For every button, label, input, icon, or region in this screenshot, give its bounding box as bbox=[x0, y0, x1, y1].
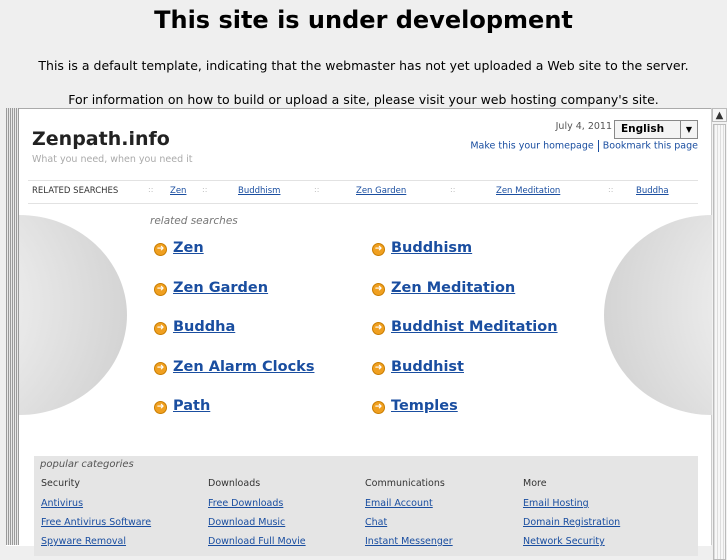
separator: :: bbox=[148, 185, 154, 194]
arrow-circle-icon: ➜ bbox=[372, 322, 385, 335]
date-label: July 4, 2011 bbox=[555, 121, 612, 132]
top-links: Make this your homepage Bookmark this pag… bbox=[420, 140, 698, 152]
category-link[interactable]: Free Downloads bbox=[208, 498, 283, 509]
related-link[interactable]: Buddhism bbox=[391, 240, 472, 256]
language-select[interactable]: English ▼ bbox=[614, 120, 698, 139]
arrow-circle-icon: ➜ bbox=[154, 243, 167, 256]
related-bar-item[interactable]: Zen bbox=[170, 186, 186, 196]
category-heading: Security bbox=[41, 478, 81, 489]
site-name[interactable]: Zenpath.info bbox=[32, 128, 170, 150]
arrow-circle-icon: ➜ bbox=[154, 362, 167, 375]
category-link[interactable]: Email Hosting bbox=[523, 498, 589, 509]
related-link[interactable]: Buddha bbox=[173, 319, 235, 335]
chevron-down-icon[interactable]: ▼ bbox=[680, 121, 697, 138]
category-link[interactable]: Spyware Removal bbox=[41, 536, 126, 547]
arrow-circle-icon: ➜ bbox=[154, 283, 167, 296]
related-link[interactable]: Zen Meditation bbox=[391, 280, 515, 296]
related-link[interactable]: Zen Alarm Clocks bbox=[173, 359, 314, 375]
arrow-circle-icon: ➜ bbox=[372, 243, 385, 256]
banner-message: This is a default template, indicating t… bbox=[38, 58, 689, 73]
related-bar-item[interactable]: Zen Garden bbox=[356, 186, 406, 196]
right-globe-decoration bbox=[604, 215, 712, 415]
bookmark-link[interactable]: Bookmark this page bbox=[603, 141, 698, 152]
link-divider bbox=[597, 140, 599, 152]
scroll-thumb[interactable] bbox=[713, 124, 726, 560]
arrow-circle-icon: ➜ bbox=[372, 401, 385, 414]
category-link[interactable]: Domain Registration bbox=[523, 517, 620, 528]
arrow-circle-icon: ➜ bbox=[154, 401, 167, 414]
related-link[interactable]: Temples bbox=[391, 398, 458, 414]
related-link[interactable]: Buddhist bbox=[391, 359, 464, 375]
category-link[interactable]: Download Full Movie bbox=[208, 536, 306, 547]
separator: :: bbox=[202, 185, 208, 194]
arrow-circle-icon: ➜ bbox=[154, 322, 167, 335]
category-heading: Communications bbox=[365, 478, 445, 489]
separator: :: bbox=[314, 185, 320, 194]
related-link[interactable]: Path bbox=[173, 398, 210, 414]
popular-categories-panel: popular categories Security Antivirus Fr… bbox=[34, 456, 698, 556]
category-heading: More bbox=[523, 478, 547, 489]
category-link[interactable]: Network Security bbox=[523, 536, 605, 547]
language-value: English bbox=[621, 123, 665, 135]
arrow-up-icon[interactable]: ▲ bbox=[712, 108, 727, 122]
category-link[interactable]: Email Account bbox=[365, 498, 433, 509]
banner-info: For information on how to build or uploa… bbox=[68, 92, 659, 107]
category-link[interactable]: Instant Messenger bbox=[365, 536, 453, 547]
category-link[interactable]: Free Antivirus Software bbox=[41, 517, 151, 528]
frame-left-edge bbox=[6, 108, 19, 545]
vertical-scrollbar[interactable]: ▲ bbox=[711, 108, 727, 560]
related-bar-item[interactable]: Buddhism bbox=[238, 186, 280, 196]
category-link[interactable]: Antivirus bbox=[41, 498, 83, 509]
related-searches-label: related searches bbox=[150, 215, 238, 227]
separator: :: bbox=[450, 185, 456, 194]
category-heading: Downloads bbox=[208, 478, 261, 489]
arrow-circle-icon: ➜ bbox=[372, 362, 385, 375]
category-link[interactable]: Chat bbox=[365, 517, 387, 528]
related-bar-item[interactable]: Buddha bbox=[636, 186, 669, 196]
related-link[interactable]: Zen bbox=[173, 240, 204, 256]
arrow-circle-icon: ➜ bbox=[372, 283, 385, 296]
related-searches-bar: RELATED SEARCHES :: Zen :: Buddhism :: Z… bbox=[28, 180, 698, 204]
page-title: This site is under development bbox=[154, 6, 573, 34]
left-globe-decoration bbox=[19, 215, 127, 415]
related-link[interactable]: Zen Garden bbox=[173, 280, 268, 296]
related-bar-item[interactable]: Zen Meditation bbox=[496, 186, 560, 196]
related-bar-label: RELATED SEARCHES bbox=[32, 186, 119, 196]
site-tagline: What you need, when you need it bbox=[32, 154, 193, 165]
popular-categories-title: popular categories bbox=[40, 459, 134, 470]
separator: :: bbox=[608, 185, 614, 194]
make-homepage-link[interactable]: Make this your homepage bbox=[470, 141, 593, 152]
category-link[interactable]: Download Music bbox=[208, 517, 285, 528]
related-link[interactable]: Buddhist Meditation bbox=[391, 319, 558, 335]
